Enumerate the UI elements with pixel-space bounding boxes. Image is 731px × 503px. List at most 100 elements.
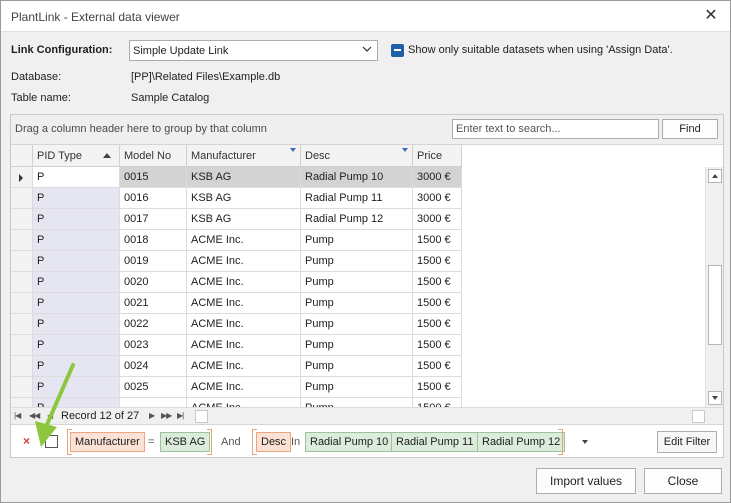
row-indicator[interactable]	[11, 188, 33, 209]
cell-price[interactable]: 1500 €	[413, 293, 462, 314]
scroll-right-button[interactable]	[692, 410, 705, 423]
table-row[interactable]: P 0018 ACME Inc. Pump 1500 €	[11, 230, 705, 251]
row-indicator[interactable]	[11, 167, 33, 188]
cell-desc[interactable]: Pump	[301, 272, 413, 293]
cell-manufacturer[interactable]: ACME Inc.	[187, 293, 301, 314]
cell-desc[interactable]: Pump	[301, 377, 413, 398]
cell-pid-type[interactable]: P	[33, 167, 120, 188]
scroll-down-button[interactable]	[708, 391, 722, 405]
suitable-datasets-checkbox[interactable]	[391, 44, 404, 57]
vertical-scrollbar[interactable]	[705, 167, 723, 407]
cell-manufacturer[interactable]: ACME Inc.	[187, 230, 301, 251]
cell-manufacturer[interactable]: ACME Inc.	[187, 377, 301, 398]
cell-pid-type[interactable]: P	[33, 314, 120, 335]
filter-icon[interactable]	[402, 148, 408, 152]
table-row[interactable]: P 0016 KSB AG Radial Pump 11 3000 €	[11, 188, 705, 209]
cell-model-no[interactable]: 0017	[120, 209, 187, 230]
scroll-thumb[interactable]	[708, 265, 722, 345]
cell-price[interactable]: 1500 €	[413, 251, 462, 272]
cell-desc[interactable]: Pump	[301, 398, 413, 407]
column-header-manufacturer[interactable]: Manufacturer	[187, 145, 301, 167]
cell-price[interactable]: 1500 €	[413, 398, 462, 407]
cell-price[interactable]: 3000 €	[413, 188, 462, 209]
row-indicator[interactable]	[11, 314, 33, 335]
edit-filter-button[interactable]: Edit Filter	[657, 431, 717, 453]
cell-price[interactable]: 1500 €	[413, 377, 462, 398]
cell-desc[interactable]: Pump	[301, 335, 413, 356]
cell-manufacturer[interactable]: ACME Inc.	[187, 251, 301, 272]
cell-desc[interactable]: Pump	[301, 356, 413, 377]
scroll-left-button[interactable]	[195, 410, 208, 423]
find-button[interactable]: Find	[662, 119, 718, 139]
table-row[interactable]: P 0023 ACME Inc. Pump 1500 €	[11, 335, 705, 356]
cell-model-no[interactable]: 0024	[120, 356, 187, 377]
row-indicator[interactable]	[11, 251, 33, 272]
column-header-pid-type[interactable]: PID Type	[33, 145, 120, 167]
cell-model-no[interactable]: 0021	[120, 293, 187, 314]
cell-price[interactable]: 1500 €	[413, 335, 462, 356]
row-indicator[interactable]	[11, 209, 33, 230]
filter-value-radial-12[interactable]: Radial Pump 12	[477, 432, 566, 452]
cell-price[interactable]: 1500 €	[413, 356, 462, 377]
table-row[interactable]: P 0025 ACME Inc. Pump 1500 €	[11, 377, 705, 398]
column-header-desc[interactable]: Desc	[301, 145, 413, 167]
cell-pid-type[interactable]: P	[33, 293, 120, 314]
cell-price[interactable]: 1500 €	[413, 314, 462, 335]
cell-desc[interactable]: Radial Pump 10	[301, 167, 413, 188]
cell-pid-type[interactable]: P	[33, 335, 120, 356]
close-button[interactable]: Close	[644, 468, 722, 494]
table-row[interactable]: P 0020 ACME Inc. Pump 1500 €	[11, 272, 705, 293]
cell-manufacturer[interactable]: KSB AG	[187, 167, 301, 188]
cell-manufacturer[interactable]: ACME Inc.	[187, 314, 301, 335]
cell-model-no[interactable]: 0023	[120, 335, 187, 356]
filter-history-dropdown-icon[interactable]	[582, 440, 588, 444]
next-record-icon[interactable]: ▶	[149, 411, 155, 420]
table-row[interactable]: P 0015 KSB AG Radial Pump 10 3000 €	[11, 167, 705, 188]
filter-operator-in[interactable]: In	[291, 436, 300, 448]
cell-model-no[interactable]: 0018	[120, 230, 187, 251]
cell-pid-type[interactable]: P	[33, 251, 120, 272]
cell-manufacturer[interactable]: ACME Inc.	[187, 356, 301, 377]
cell-model-no[interactable]: 0022	[120, 314, 187, 335]
row-indicator[interactable]	[11, 272, 33, 293]
search-input[interactable]	[452, 119, 659, 139]
filter-operator-equals[interactable]: =	[148, 436, 154, 448]
cell-pid-type[interactable]: P	[33, 209, 120, 230]
filter-field-desc[interactable]: Desc	[256, 432, 292, 452]
cell-pid-type[interactable]: P	[33, 272, 120, 293]
table-row[interactable]: P 0022 ACME Inc. Pump 1500 €	[11, 314, 705, 335]
cell-pid-type[interactable]: P	[33, 188, 120, 209]
group-by-area[interactable]: Drag a column header here to group by th…	[11, 115, 723, 145]
cell-manufacturer[interactable]: KSB AG	[187, 209, 301, 230]
cell-desc[interactable]: Pump	[301, 293, 413, 314]
table-row[interactable]: P 0017 KSB AG Radial Pump 12 3000 €	[11, 209, 705, 230]
cell-model-no[interactable]: 0020	[120, 272, 187, 293]
cell-desc[interactable]: Pump	[301, 251, 413, 272]
table-row[interactable]: P 0021 ACME Inc. Pump 1500 €	[11, 293, 705, 314]
cell-model-no[interactable]	[120, 398, 187, 407]
filter-value-ksb[interactable]: KSB AG	[160, 432, 211, 452]
window-close-button[interactable]: ✕	[700, 5, 722, 27]
filter-join-and[interactable]: And	[221, 436, 241, 448]
import-values-button[interactable]: Import values	[536, 468, 636, 494]
row-indicator[interactable]	[11, 293, 33, 314]
cell-manufacturer[interactable]: KSB AG	[187, 188, 301, 209]
cell-model-no[interactable]: 0016	[120, 188, 187, 209]
cell-desc[interactable]: Radial Pump 12	[301, 209, 413, 230]
row-indicator[interactable]	[11, 335, 33, 356]
row-indicator[interactable]	[11, 230, 33, 251]
table-row[interactable]: PACME Inc.Pump1500 €	[11, 398, 705, 407]
filter-value-radial-10[interactable]: Radial Pump 10	[305, 432, 394, 452]
row-indicator[interactable]	[11, 398, 33, 407]
filter-value-radial-11[interactable]: Radial Pump 11	[391, 432, 479, 452]
cell-price[interactable]: 1500 €	[413, 272, 462, 293]
cell-manufacturer[interactable]: ACME Inc.	[187, 398, 301, 407]
cell-desc[interactable]: Pump	[301, 314, 413, 335]
cell-model-no[interactable]: 0025	[120, 377, 187, 398]
column-header-price[interactable]: Price	[413, 145, 462, 167]
horizontal-scrollbar[interactable]	[195, 410, 705, 423]
cell-desc[interactable]: Pump	[301, 230, 413, 251]
cell-price[interactable]: 3000 €	[413, 167, 462, 188]
next-page-icon[interactable]: ▶▶	[161, 411, 172, 420]
last-record-icon[interactable]: ▶|	[177, 411, 184, 420]
